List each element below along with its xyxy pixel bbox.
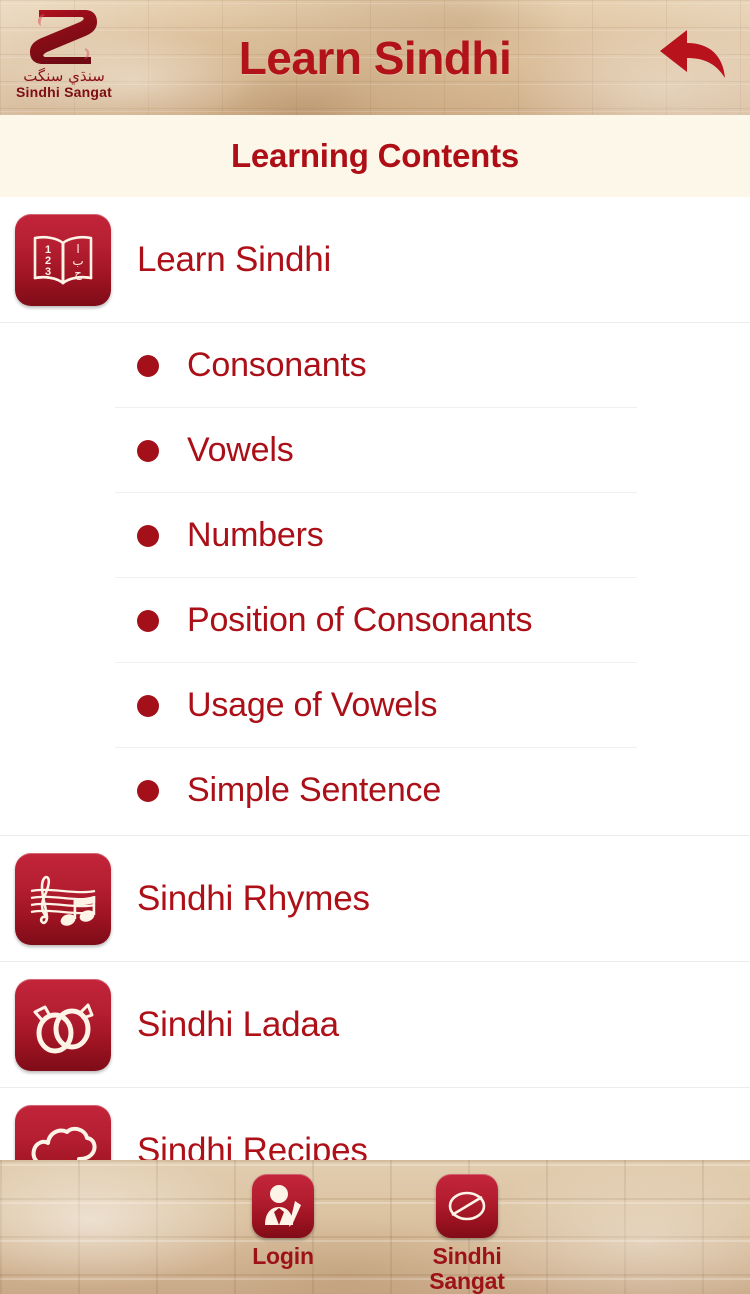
learning-contents-list[interactable]: 1 2 3 ا ب ج Learn Sindhi Consonants Vowe… (0, 197, 750, 1165)
sub-item-label: Usage of Vowels (187, 686, 438, 724)
sub-item-usage-of-vowels[interactable]: Usage of Vowels (0, 663, 750, 748)
sub-item-label: Position of Consonants (187, 601, 533, 639)
back-button[interactable] (654, 20, 732, 90)
section-subtitle: Learning Contents (230, 137, 520, 174)
list-item-label: Sindhi Rhymes (137, 878, 370, 918)
bottom-nav-label-line2: Sangat (429, 1267, 505, 1294)
bottom-nav-label: Login (252, 1243, 314, 1269)
app-header: Learn Sindhi سنڌي سنگت Sindhi Sangat (0, 0, 750, 115)
sub-item-label: Simple Sentence (187, 771, 442, 809)
bullet-icon (137, 354, 159, 377)
logo-sindhi-text: سنڌي سنگت (23, 67, 105, 85)
sub-item-vowels[interactable]: Vowels (0, 408, 750, 493)
logo-name-text: Sindhi Sangat (16, 84, 112, 100)
sindhi-sangat-s-logo-icon (30, 10, 97, 64)
sub-item-position-of-consonants[interactable]: Position of Consonants (0, 578, 750, 663)
bottom-nav-label-line1: Sindhi (432, 1243, 502, 1269)
list-item-label: Sindhi Ladaa (137, 1004, 339, 1044)
sub-item-consonants[interactable]: Consonants (0, 323, 750, 408)
bullet-icon (137, 694, 159, 717)
list-item-sindhi-ladaa[interactable]: Sindhi Ladaa (0, 962, 750, 1088)
sub-item-label: Numbers (187, 516, 324, 554)
bottom-nav-login[interactable]: Login (218, 1174, 348, 1269)
music-note-icon (15, 852, 111, 945)
sub-item-label: Vowels (187, 431, 294, 469)
bullet-icon (137, 779, 159, 802)
sub-list-learn-sindhi: Consonants Vowels Numbers Position of Co… (0, 323, 750, 836)
app-screen: Learn Sindhi سنڌي سنگت Sindhi Sangat Lea… (0, 0, 750, 1294)
list-item-sindhi-recipes[interactable]: Sindhi Recipes (0, 1088, 750, 1165)
sub-item-simple-sentence[interactable]: Simple Sentence (0, 748, 750, 833)
bullet-icon (137, 524, 159, 547)
bottom-navigation-bar: Login Sindhi Sangat (0, 1160, 750, 1294)
back-arrow-icon (660, 30, 725, 78)
chef-hat-icon (15, 1104, 111, 1165)
sub-item-label: Consonants (187, 346, 367, 384)
bottom-nav-sindhi-sangat[interactable]: Sindhi Sangat (402, 1174, 532, 1294)
list-item-sindhi-rhymes[interactable]: Sindhi Rhymes (0, 836, 750, 962)
list-item-label: Learn Sindhi (137, 239, 332, 279)
section-subtitle-bar: Learning Contents (0, 115, 750, 198)
wedding-rings-icon (15, 978, 111, 1071)
bottom-nav-label: Sindhi Sangat (429, 1243, 505, 1294)
sub-item-numbers[interactable]: Numbers (0, 493, 750, 578)
user-pencil-icon (252, 1174, 314, 1238)
bullet-icon (137, 439, 159, 462)
open-book-icon: 1 2 3 ا ب ج (15, 213, 111, 306)
sindhi-sangat-logo-icon (436, 1174, 498, 1238)
bullet-icon (137, 609, 159, 632)
list-item-learn-sindhi[interactable]: 1 2 3 ا ب ج Learn Sindhi (0, 197, 750, 323)
svg-text:ج: ج (74, 266, 82, 280)
app-logo[interactable]: سنڌي سنگت Sindhi Sangat (6, 2, 122, 110)
svg-text:3: 3 (45, 266, 51, 278)
